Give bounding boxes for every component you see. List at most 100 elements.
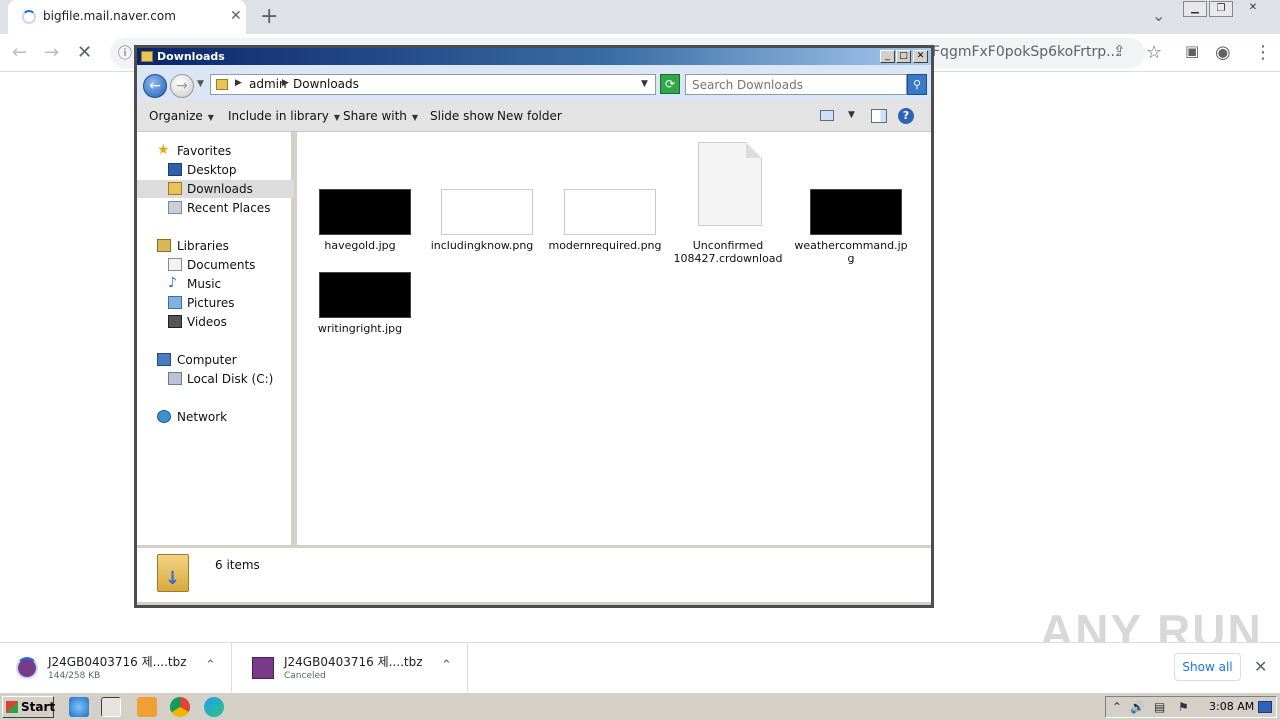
file-item[interactable]: Unconfirmed 108427.crdownload: [668, 142, 788, 265]
download-name: J24GB0403716 제....tbz: [48, 655, 187, 669]
file-item[interactable]: modernrequired.png: [545, 182, 665, 262]
close-button[interactable]: ✕: [913, 50, 928, 63]
nav-network[interactable]: Network: [137, 408, 294, 426]
nav-label: Music: [187, 277, 222, 291]
organize-button[interactable]: Organize ▼: [149, 109, 214, 123]
menu-icon[interactable]: ⋮: [1254, 42, 1272, 63]
preview-pane-icon[interactable]: [871, 109, 887, 123]
downloads-folder-icon: [168, 182, 182, 195]
nav-local-disk[interactable]: Local Disk (C:): [137, 370, 294, 388]
nav-videos[interactable]: Videos: [137, 313, 294, 331]
nav-favorites[interactable]: ★ Favorites: [137, 142, 294, 160]
include-in-library-button[interactable]: Include in library ▼: [228, 109, 340, 123]
image-thumbnail: [810, 189, 902, 235]
share-with-button[interactable]: Share with ▼: [343, 109, 418, 123]
window-restore-button[interactable]: ❐: [1209, 1, 1233, 17]
minimize-button[interactable]: _: [880, 50, 895, 63]
chevron-up-icon[interactable]: ⌃: [205, 658, 216, 673]
tab-search-chevron-icon[interactable]: ⌄: [1152, 6, 1165, 25]
url-text[interactable]: FqgmFxF0pokSp6koFrtrp...: [932, 44, 1119, 60]
chevron-down-icon: ▼: [411, 113, 419, 122]
nav-label: Pictures: [187, 296, 235, 310]
search-input[interactable]: [686, 75, 896, 94]
forward-button[interactable]: →: [170, 74, 194, 98]
file-item[interactable]: weathercommand.jpg: [791, 182, 911, 265]
explorer-taskbar-icon[interactable]: [101, 697, 121, 717]
stop-icon[interactable]: ✕: [77, 42, 92, 63]
nav-label: Recent Places: [187, 201, 271, 215]
back-icon[interactable]: ←: [12, 42, 27, 63]
start-button[interactable]: Start: [2, 696, 55, 718]
show-desktop-icon[interactable]: [1258, 701, 1272, 713]
documents-icon: [168, 258, 182, 271]
recent-pages-chevron-icon[interactable]: ▼: [197, 79, 204, 89]
browser-tab[interactable]: bigfile.mail.naver.com ✕: [8, 0, 246, 34]
new-tab-icon[interactable]: +: [260, 4, 278, 29]
explorer-title-bar[interactable]: Downloads _ □ ✕: [137, 48, 931, 65]
back-button[interactable]: ←: [143, 74, 167, 98]
file-name: modernrequired.png: [548, 239, 662, 252]
show-all-button[interactable]: Show all: [1174, 653, 1241, 681]
clock[interactable]: 3:08 AM: [1209, 700, 1254, 713]
internet-explorer-icon[interactable]: [69, 697, 89, 717]
forward-icon[interactable]: →: [44, 42, 59, 63]
help-icon[interactable]: ?: [898, 108, 914, 124]
action-center-flag-icon[interactable]: ⚑: [1178, 700, 1189, 714]
download-name: J24GB0403716 제....tbz: [284, 655, 423, 669]
nav-downloads[interactable]: Downloads: [137, 180, 294, 198]
search-icon[interactable]: ⚲: [907, 74, 927, 95]
network-status-icon[interactable]: ▤: [1154, 700, 1165, 714]
info-icon[interactable]: ⓘ: [118, 43, 132, 63]
chrome-icon[interactable]: [170, 697, 190, 717]
nav-desktop[interactable]: Desktop: [137, 161, 294, 179]
show-hidden-icons-icon[interactable]: ⌃: [1112, 700, 1122, 714]
nav-music[interactable]: ♪ Music: [137, 275, 294, 293]
item-count: 6 items: [215, 558, 260, 572]
local-disk-icon: [168, 372, 182, 385]
breadcrumb[interactable]: ▶ admin ▶ Downloads ▼: [210, 74, 656, 95]
archive-icon: [16, 657, 38, 679]
file-item[interactable]: includingknow.png: [422, 182, 542, 262]
star-icon[interactable]: ☆: [1146, 42, 1162, 63]
nav-libraries[interactable]: Libraries: [137, 237, 294, 255]
navigation-pane: ★ Favorites Desktop Downloads Recent Pla…: [137, 132, 294, 545]
computer-icon: [157, 353, 171, 366]
address-dropdown-icon[interactable]: ▼: [641, 79, 648, 89]
download-item[interactable]: J24GB0403716 제....tbz Canceled ⌃: [236, 643, 468, 693]
file-item[interactable]: havegold.jpg: [300, 182, 420, 262]
file-item[interactable]: writingright.jpg: [300, 265, 420, 345]
view-options-chevron-icon[interactable]: ▼: [848, 110, 855, 120]
search-box[interactable]: [685, 74, 907, 95]
page-fold-icon: [746, 142, 762, 158]
profile-icon[interactable]: ◉: [1215, 42, 1231, 63]
maximize-button[interactable]: □: [896, 50, 911, 63]
file-name: Unconfirmed 108427.crdownload: [673, 239, 783, 265]
edge-icon[interactable]: [204, 697, 224, 717]
nav-label: Documents: [187, 258, 256, 272]
close-icon[interactable]: ✕: [1254, 657, 1267, 676]
media-player-icon[interactable]: [137, 697, 157, 717]
tab-close-icon[interactable]: ✕: [230, 8, 242, 24]
breadcrumb-arrow-icon[interactable]: ▶: [235, 78, 242, 88]
nav-documents[interactable]: Documents: [137, 256, 294, 274]
system-tray: ⌃ 🔊 ▤ ⚑ 3:08 AM: [1105, 696, 1277, 718]
breadcrumb-admin[interactable]: admin: [249, 77, 287, 91]
side-panel-icon[interactable]: ▣: [1185, 42, 1199, 60]
breadcrumb-arrow-icon[interactable]: ▶: [282, 78, 289, 88]
slide-show-button[interactable]: Slide show: [430, 109, 494, 123]
nav-recent-places[interactable]: Recent Places: [137, 199, 294, 217]
change-view-icon[interactable]: [820, 110, 834, 121]
window-minimize-button[interactable]: ▁: [1183, 1, 1207, 17]
breadcrumb-downloads[interactable]: Downloads: [293, 77, 359, 91]
image-thumbnail: [441, 189, 533, 235]
download-item[interactable]: J24GB0403716 제....tbz 144/258 KB ⌃: [0, 643, 232, 693]
refresh-icon[interactable]: ⟳: [660, 74, 680, 94]
image-thumbnail: [319, 272, 411, 318]
nav-pictures[interactable]: Pictures: [137, 294, 294, 312]
nav-computer[interactable]: Computer: [137, 351, 294, 369]
tab-title: bigfile.mail.naver.com: [43, 9, 176, 23]
new-folder-button[interactable]: New folder: [497, 109, 562, 123]
window-close-button[interactable]: ✕: [1241, 1, 1265, 17]
volume-icon[interactable]: 🔊: [1130, 700, 1145, 714]
chevron-up-icon[interactable]: ⌃: [441, 658, 452, 673]
